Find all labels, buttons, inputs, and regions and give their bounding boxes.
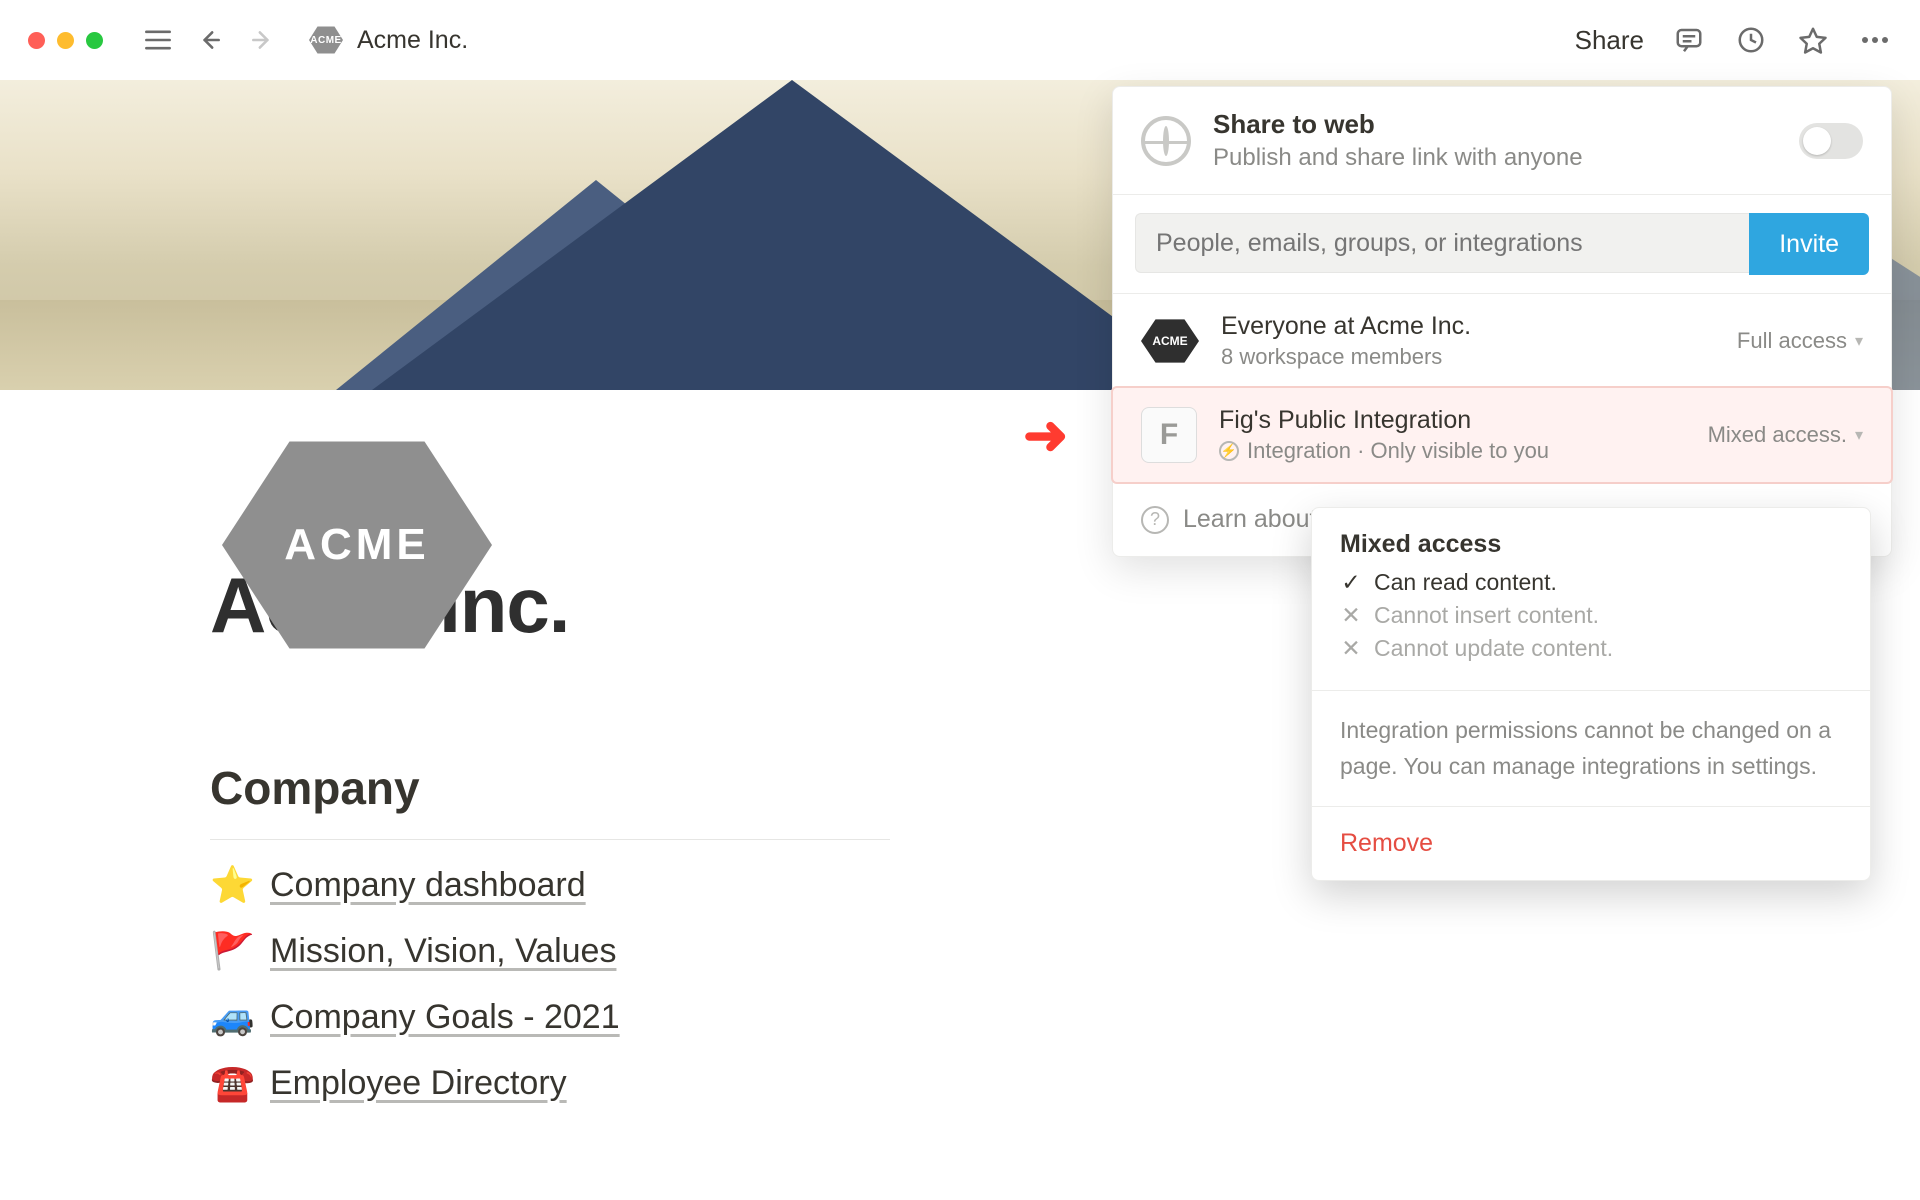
phone-icon: ☎️: [210, 1062, 254, 1104]
integration-avatar-icon: F: [1141, 407, 1197, 463]
callout-arrow-icon: ➜: [1023, 404, 1068, 467]
entity-title: Fig's Public Integration: [1219, 406, 1686, 435]
comments-icon[interactable]: [1672, 23, 1706, 57]
page-mini-logo-icon: ACME: [309, 25, 343, 55]
section-divider: [210, 839, 890, 840]
permission-popover: Mixed access ✓ Can read content. ✕ Canno…: [1311, 507, 1871, 881]
bolt-icon: ⚡: [1219, 441, 1239, 461]
permission-text: Can read content.: [1374, 569, 1557, 596]
globe-icon: [1141, 116, 1191, 166]
star-icon: ⭐: [210, 864, 254, 906]
history-icon[interactable]: [1734, 23, 1768, 57]
entity-subtitle-text: Integration · Only visible to you: [1247, 438, 1549, 464]
entity-subtitle: 8 workspace members: [1221, 344, 1715, 370]
share-entity-everyone: ACME Everyone at Acme Inc. 8 workspace m…: [1113, 294, 1891, 388]
link-company-dashboard[interactable]: Company dashboard: [270, 866, 586, 905]
help-icon: ?: [1141, 506, 1169, 534]
remove-integration-button[interactable]: Remove: [1340, 829, 1842, 858]
check-icon: ✓: [1340, 569, 1362, 596]
invite-button[interactable]: Invite: [1749, 213, 1869, 275]
x-icon: ✕: [1340, 635, 1362, 662]
share-to-web-toggle[interactable]: [1799, 123, 1863, 159]
permission-text: Cannot update content.: [1374, 635, 1613, 662]
permission-text: Cannot insert content.: [1374, 602, 1599, 629]
chevron-down-icon: ▾: [1855, 425, 1863, 445]
list-item[interactable]: 🚩 Mission, Vision, Values: [210, 930, 1920, 972]
invite-input[interactable]: [1135, 213, 1749, 273]
share-to-web-row: Share to web Publish and share link with…: [1113, 87, 1891, 194]
breadcrumb[interactable]: ACME Acme Inc.: [309, 25, 468, 55]
entity-subtitle: ⚡ Integration · Only visible to you: [1219, 438, 1686, 464]
list-item[interactable]: ☎️ Employee Directory: [210, 1062, 1920, 1104]
permission-cannot-insert: ✕ Cannot insert content.: [1340, 602, 1842, 629]
titlebar-right-controls: Share: [1575, 23, 1892, 57]
forward-button-icon: [245, 23, 279, 57]
access-dropdown-integration[interactable]: Mixed access. ▾: [1708, 422, 1863, 448]
access-label: Mixed access.: [1708, 422, 1847, 448]
chevron-down-icon: ▾: [1855, 331, 1863, 351]
workspace-logo-icon: ACME: [1141, 317, 1199, 365]
sidebar-toggle-icon[interactable]: [141, 23, 175, 57]
x-icon: ✕: [1340, 602, 1362, 629]
flag-icon: 🚩: [210, 930, 254, 972]
more-menu-icon[interactable]: [1858, 23, 1892, 57]
permission-can-read: ✓ Can read content.: [1340, 569, 1842, 596]
list-item[interactable]: 🚙 Company Goals - 2021: [210, 996, 1920, 1038]
access-dropdown-everyone[interactable]: Full access ▾: [1737, 328, 1863, 354]
permission-cannot-update: ✕ Cannot update content.: [1340, 635, 1842, 662]
permission-heading: Mixed access: [1340, 530, 1842, 559]
share-button[interactable]: Share: [1575, 25, 1644, 56]
favorite-star-icon[interactable]: [1796, 23, 1830, 57]
link-company-goals[interactable]: Company Goals - 2021: [270, 998, 620, 1037]
titlebar-left-controls: ACME Acme Inc.: [141, 23, 468, 57]
share-panel: Share to web Publish and share link with…: [1112, 86, 1892, 557]
share-to-web-title: Share to web: [1213, 109, 1777, 140]
back-button-icon[interactable]: [193, 23, 227, 57]
car-icon: 🚙: [210, 996, 254, 1038]
link-mission-vision-values[interactable]: Mission, Vision, Values: [270, 932, 616, 971]
window-minimize-button[interactable]: [57, 32, 74, 49]
share-to-web-subtitle: Publish and share link with anyone: [1213, 144, 1777, 172]
invite-row: Invite: [1113, 195, 1891, 293]
access-label: Full access: [1737, 328, 1847, 354]
entity-title: Everyone at Acme Inc.: [1221, 312, 1715, 341]
window-close-button[interactable]: [28, 32, 45, 49]
permission-note: Integration permissions cannot be change…: [1340, 713, 1842, 784]
page-link-list: ⭐ Company dashboard 🚩 Mission, Vision, V…: [210, 864, 1920, 1104]
titlebar: ACME Acme Inc. Share: [0, 0, 1920, 80]
share-entity-integration-highlight: ➜ F Fig's Public Integration ⚡ Integrati…: [1111, 386, 1893, 484]
window-zoom-button[interactable]: [86, 32, 103, 49]
link-employee-directory[interactable]: Employee Directory: [270, 1064, 567, 1103]
window-traffic-lights: [28, 32, 103, 49]
breadcrumb-label: Acme Inc.: [357, 26, 468, 55]
